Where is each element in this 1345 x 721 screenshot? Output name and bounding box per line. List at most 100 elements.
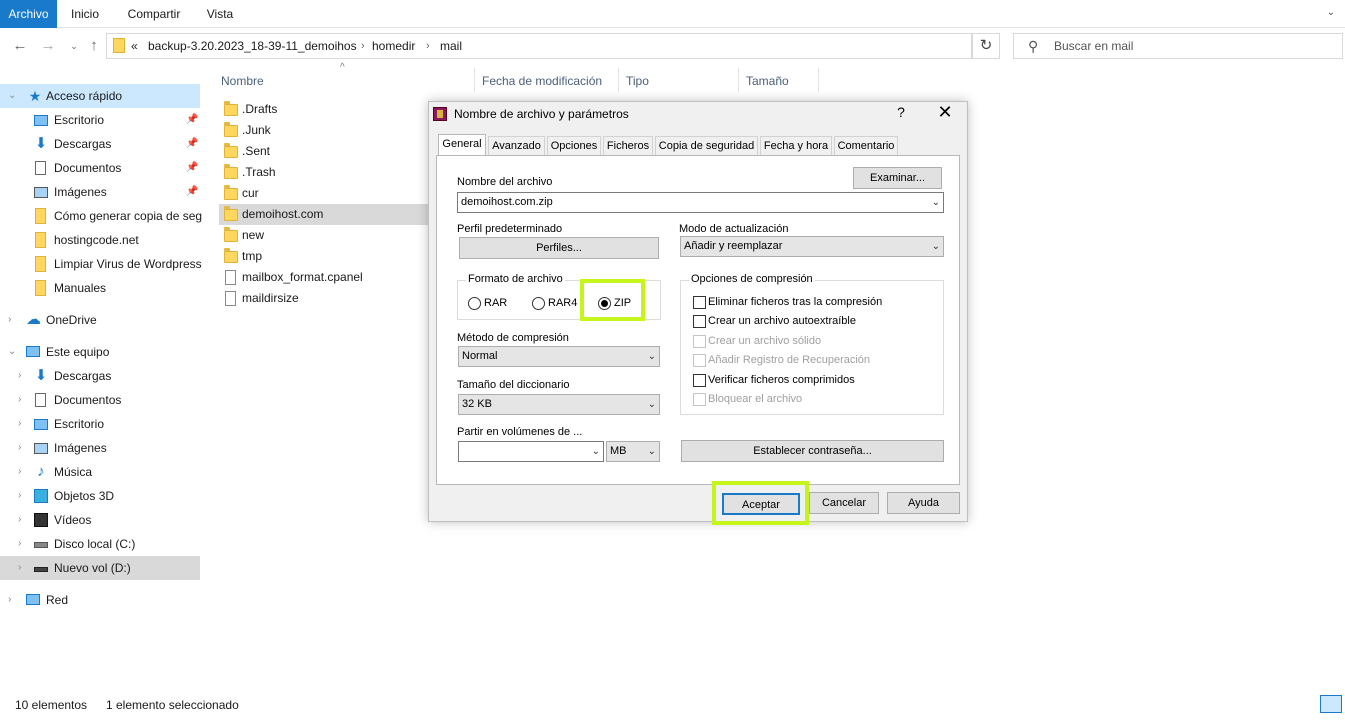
column-divider[interactable] — [474, 68, 475, 92]
cancel-button[interactable]: Cancelar — [809, 492, 879, 514]
breadcrumb-separator-icon[interactable]: › — [361, 34, 365, 58]
nav-item-videos[interactable]: › Vídeos — [0, 508, 200, 532]
filename-field[interactable]: demoihost.com.zip ⌄ — [457, 192, 944, 213]
nav-item-descargas[interactable]: › ⬇ Descargas — [0, 364, 200, 388]
breadcrumb-homedir[interactable]: homedir — [372, 34, 415, 58]
column-tamano[interactable]: Tamaño — [746, 70, 789, 92]
file-row[interactable]: maildirsize — [219, 288, 429, 309]
help-icon[interactable]: ? — [893, 104, 909, 120]
nav-item-documentos[interactable]: Documentos 📌 — [0, 156, 200, 180]
file-row[interactable]: cur — [219, 183, 429, 204]
file-row[interactable]: tmp — [219, 246, 429, 267]
column-nombre[interactable]: Nombre — [221, 70, 264, 92]
tab-copia-seguridad[interactable]: Copia de seguridad — [655, 136, 758, 156]
breadcrumb-backup[interactable]: backup-3.20.2023_18-39-11_demoihos — [148, 34, 357, 58]
nav-item-disco-d[interactable]: › Nuevo vol (D:) — [0, 556, 200, 580]
set-password-button[interactable]: Establecer contraseña... — [681, 440, 944, 462]
breadcrumb-separator-icon[interactable]: › — [426, 34, 430, 58]
chevron-right-icon[interactable]: › — [18, 556, 21, 580]
forward-arrow-icon[interactable]: → — [38, 34, 58, 58]
nav-item-folder[interactable]: Cómo generar copia de seg — [0, 204, 202, 228]
nav-this-pc[interactable]: ⌄ Este equipo — [0, 340, 200, 364]
close-icon[interactable]: ✕ — [934, 102, 956, 123]
nav-item-disco-c[interactable]: › Disco local (C:) — [0, 532, 200, 556]
nav-item-descargas[interactable]: ⬇ Descargas 📌 — [0, 132, 200, 156]
chevron-right-icon[interactable]: › — [18, 364, 21, 388]
tab-opciones[interactable]: Opciones — [547, 136, 601, 156]
nav-network[interactable]: › Red — [0, 588, 200, 612]
nav-quick-access[interactable]: ⌄ ★ Acceso rápido — [0, 84, 200, 108]
chevron-right-icon[interactable]: › — [18, 460, 21, 484]
tab-comentario[interactable]: Comentario — [834, 136, 898, 156]
pin-icon[interactable]: 📌 — [186, 186, 198, 197]
checkbox-sfx[interactable] — [693, 315, 706, 328]
chevron-down-icon[interactable]: ⌄ — [8, 340, 16, 364]
dictionary-select[interactable]: 32 KB ⌄ — [458, 394, 660, 415]
chevron-right-icon[interactable]: › — [18, 532, 21, 556]
tab-archivo[interactable]: Archivo — [0, 0, 57, 28]
nav-item-imagenes[interactable]: Imágenes 📌 — [0, 180, 200, 204]
address-bar[interactable]: « backup-3.20.2023_18-39-11_demoihos › h… — [106, 33, 1063, 59]
radio-rar[interactable] — [468, 297, 481, 310]
browse-button[interactable]: Examinar... — [853, 167, 942, 189]
search-input[interactable]: ⚲ Buscar en mail — [1013, 33, 1343, 59]
breadcrumb-overflow[interactable]: « — [131, 34, 138, 58]
nav-item-objetos-3d[interactable]: › Objetos 3D — [0, 484, 200, 508]
tab-ficheros[interactable]: Ficheros — [603, 136, 653, 156]
chevron-right-icon[interactable]: › — [8, 588, 11, 612]
profiles-button[interactable]: Perfiles... — [459, 237, 659, 259]
file-row[interactable]: .Junk — [219, 120, 429, 141]
chevron-right-icon[interactable]: › — [8, 308, 11, 332]
pin-icon[interactable]: 📌 — [186, 138, 198, 149]
update-mode-select[interactable]: Añadir y reemplazar ⌄ — [680, 236, 944, 257]
pin-icon[interactable]: 📌 — [186, 162, 198, 173]
file-row[interactable]: new — [219, 225, 429, 246]
file-row[interactable]: .Trash — [219, 162, 429, 183]
column-divider[interactable] — [618, 68, 619, 92]
tab-general[interactable]: General — [438, 134, 486, 157]
nav-item-escritorio[interactable]: Escritorio 📌 — [0, 108, 200, 132]
column-fecha[interactable]: Fecha de modificación — [482, 70, 602, 92]
chevron-right-icon[interactable]: › — [18, 412, 21, 436]
file-row[interactable]: mailbox_format.cpanel — [219, 267, 429, 288]
radio-rar4[interactable] — [532, 297, 545, 310]
file-row[interactable]: .Sent — [219, 141, 429, 162]
tab-fecha-hora[interactable]: Fecha y hora — [760, 136, 832, 156]
column-divider[interactable] — [738, 68, 739, 92]
nav-onedrive[interactable]: › ☁ OneDrive — [0, 308, 200, 332]
nav-item-documentos[interactable]: › Documentos — [0, 388, 200, 412]
up-arrow-icon[interactable]: ↑ — [84, 34, 104, 58]
chevron-down-icon[interactable]: ⌄ — [8, 84, 16, 108]
help-button[interactable]: Ayuda — [887, 492, 960, 514]
tab-inicio[interactable]: Inicio — [62, 0, 108, 28]
chevron-down-icon[interactable]: ⌄ — [592, 442, 600, 461]
chevron-down-icon[interactable]: ⌄ — [1325, 7, 1337, 19]
back-arrow-icon[interactable]: ← — [10, 34, 30, 58]
breadcrumb-mail[interactable]: mail — [440, 34, 462, 58]
nav-item-folder[interactable]: hostingcode.net — [0, 228, 200, 252]
file-row-selected[interactable]: demoihost.com — [219, 204, 429, 225]
nav-item-folder[interactable]: Manuales — [0, 276, 200, 300]
tab-compartir[interactable]: Compartir — [118, 0, 190, 28]
split-unit-select[interactable]: MB ⌄ — [606, 441, 660, 462]
checkbox-verify[interactable] — [693, 374, 706, 387]
chevron-right-icon[interactable]: › — [18, 436, 21, 460]
nav-item-folder[interactable]: Limpiar Virus de Wordpress — [0, 252, 202, 276]
chevron-right-icon[interactable]: › — [18, 388, 21, 412]
method-select[interactable]: Normal ⌄ — [458, 346, 660, 367]
split-size-field[interactable]: ⌄ — [458, 441, 604, 462]
nav-item-imagenes[interactable]: › Imágenes — [0, 436, 200, 460]
nav-item-escritorio[interactable]: › Escritorio — [0, 412, 200, 436]
nav-item-musica[interactable]: › ♪ Música — [0, 460, 200, 484]
tab-vista[interactable]: Vista — [198, 0, 242, 28]
file-row[interactable]: .Drafts — [219, 99, 429, 120]
recent-dropdown-icon[interactable]: ⌄ — [64, 34, 84, 58]
chevron-right-icon[interactable]: › — [18, 508, 21, 532]
column-tipo[interactable]: Tipo — [626, 70, 649, 92]
chevron-down-icon[interactable]: ⌄ — [932, 193, 940, 212]
pin-icon[interactable]: 📌 — [186, 114, 198, 125]
chevron-right-icon[interactable]: › — [18, 484, 21, 508]
tab-avanzado[interactable]: Avanzado — [488, 136, 545, 156]
refresh-icon[interactable]: ↻ — [972, 33, 1000, 59]
details-view-icon[interactable] — [1320, 695, 1342, 713]
